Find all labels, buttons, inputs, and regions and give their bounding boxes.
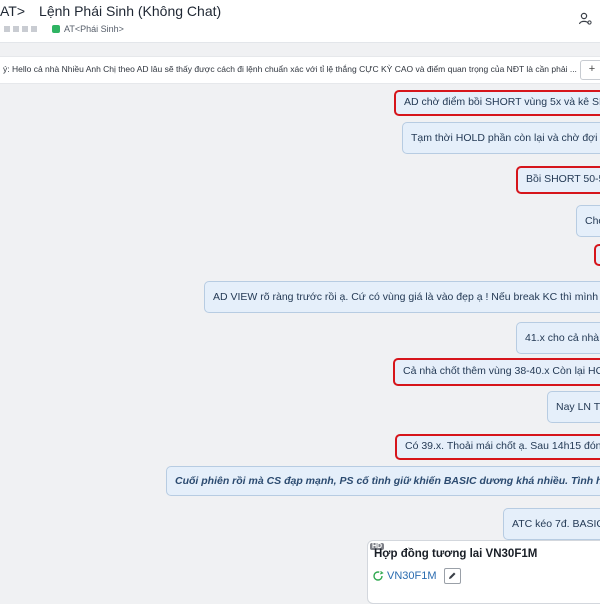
message-text: AD chờ điểm bồi SHORT vùng 5x và kê SL đ… xyxy=(404,96,600,108)
message-text: Cả nhà chốt thêm vùng 38-40.x Còn lại HO… xyxy=(403,365,600,377)
message-bubble[interactable] xyxy=(594,244,600,266)
message-text: Tạm thời HOLD phần còn lại và chờ đợi th… xyxy=(411,132,600,144)
contract-card[interactable]: HD Hợp đồng tương lai VN30F1M VN30F1M xyxy=(367,540,600,604)
card-title: Hợp đồng tương lai VN30F1M xyxy=(374,548,538,560)
message-bubble[interactable]: 41.x cho cả nhà. T xyxy=(516,322,600,354)
message-bubble[interactable]: Cuối phiên rồi mà CS đạp mạnh, PS cố tìn… xyxy=(166,466,600,496)
message-text: 41.x cho cả nhà. T xyxy=(525,332,600,344)
group-tag-label: AT<Phái Sinh> xyxy=(64,24,124,34)
message-text: Nay LN TO xyxy=(556,401,600,413)
message-bubble[interactable]: Tạm thời HOLD phần còn lại và chờ đợi th… xyxy=(402,122,600,154)
message-bubble[interactable]: AD chờ điểm bồi SHORT vùng 5x và kê SL đ… xyxy=(394,90,600,116)
message-text: AD VIEW rõ ràng trước rồi ạ. Cứ có vùng … xyxy=(213,291,600,303)
title-prefix: AT> xyxy=(0,3,26,19)
message-bubble[interactable]: Có 39.x. Thoải mái chốt ạ. Sau 14h15 đón… xyxy=(395,434,600,460)
message-text: Cho xyxy=(585,215,600,227)
edit-button[interactable] xyxy=(443,568,461,584)
members-icon[interactable] xyxy=(578,12,592,31)
refresh-icon[interactable] xyxy=(372,570,384,582)
card-row: VN30F1M xyxy=(372,568,461,584)
message-bubble[interactable]: ATC kéo 7đ. BASIC + xyxy=(503,508,600,540)
contract-code[interactable]: VN30F1M xyxy=(387,570,437,582)
title-text: Lệnh Phái Sinh (Không Chat) xyxy=(39,3,222,19)
message-bubble[interactable]: Cho xyxy=(576,205,600,237)
message-text: Cuối phiên rồi mà CS đạp mạnh, PS cố tìn… xyxy=(175,475,600,487)
avatar xyxy=(4,26,37,32)
message-text: ATC kéo 7đ. BASIC + xyxy=(512,518,600,530)
group-tag[interactable]: AT<Phái Sinh> xyxy=(52,24,124,34)
message-text: Bồi SHORT 50-52 xyxy=(526,173,600,185)
message-bubble[interactable]: Bồi SHORT 50-52 xyxy=(516,166,600,194)
pinned-more-button[interactable]: + xyxy=(580,60,600,80)
message-bubble[interactable]: Nay LN TO xyxy=(547,391,600,423)
pinned-message-bar[interactable]: ý: Hello cả nhà Nhiều Anh Chị theo AD lâ… xyxy=(0,56,600,84)
message-bubble[interactable]: Cả nhà chốt thêm vùng 38-40.x Còn lại HO… xyxy=(393,358,600,386)
page-title: AT> Lệnh Phái Sinh (Không Chat) xyxy=(0,3,221,19)
chat-header: AT> Lệnh Phái Sinh (Không Chat) AT<Phái S… xyxy=(0,0,600,43)
pinned-text: ý: Hello cả nhà Nhiều Anh Chị theo AD lâ… xyxy=(3,64,577,74)
tag-icon xyxy=(52,25,60,33)
message-bubble[interactable]: AD VIEW rõ ràng trước rồi ạ. Cứ có vùng … xyxy=(204,281,600,313)
pencil-icon xyxy=(449,572,456,579)
message-text: Có 39.x. Thoải mái chốt ạ. Sau 14h15 đón… xyxy=(405,440,600,452)
